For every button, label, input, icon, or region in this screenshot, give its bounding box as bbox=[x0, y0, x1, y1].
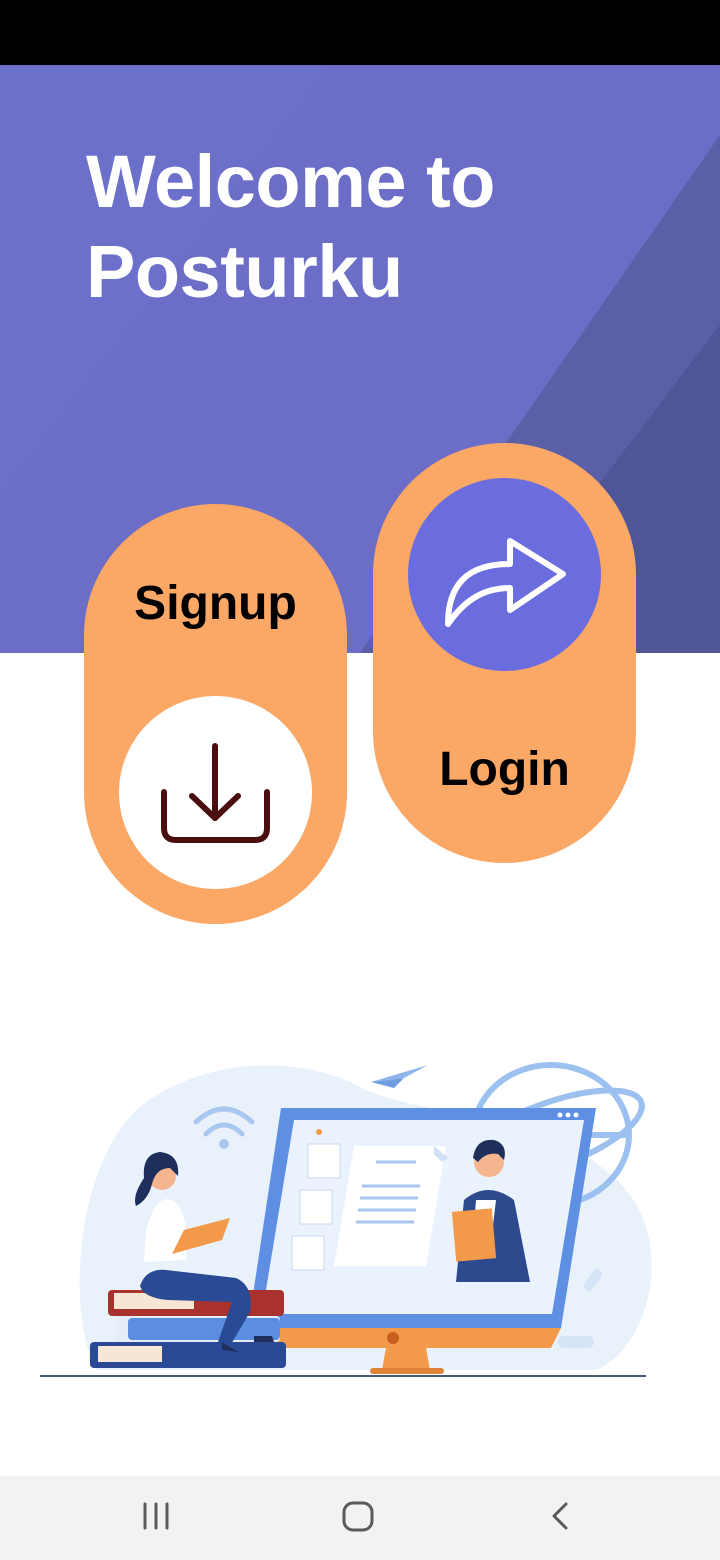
signup-icon-circle bbox=[119, 696, 312, 889]
status-bar bbox=[0, 0, 720, 65]
recent-apps-button[interactable] bbox=[117, 1488, 197, 1548]
welcome-title-line2: Posturku bbox=[86, 230, 403, 313]
back-icon bbox=[552, 1502, 568, 1530]
share-arrow-icon bbox=[445, 538, 566, 627]
welcome-title-line1: Welcome to bbox=[86, 140, 495, 223]
online-learning-illustration bbox=[40, 1062, 652, 1377]
system-navigation-bar bbox=[0, 1476, 720, 1560]
home-icon bbox=[342, 1501, 374, 1532]
recent-apps-icon bbox=[143, 1502, 169, 1530]
signup-label: Signup bbox=[134, 577, 297, 630]
home-button[interactable] bbox=[318, 1488, 398, 1548]
login-button[interactable]: Login bbox=[373, 443, 636, 863]
login-label: Login bbox=[439, 743, 570, 796]
welcome-screen: Welcome to Posturku Signup Login bbox=[0, 0, 720, 1560]
signup-button[interactable]: Signup bbox=[84, 504, 347, 924]
login-icon-circle bbox=[408, 478, 601, 671]
welcome-title: Welcome to Posturku bbox=[86, 137, 646, 317]
back-button[interactable] bbox=[520, 1488, 600, 1548]
download-icon bbox=[161, 743, 270, 843]
